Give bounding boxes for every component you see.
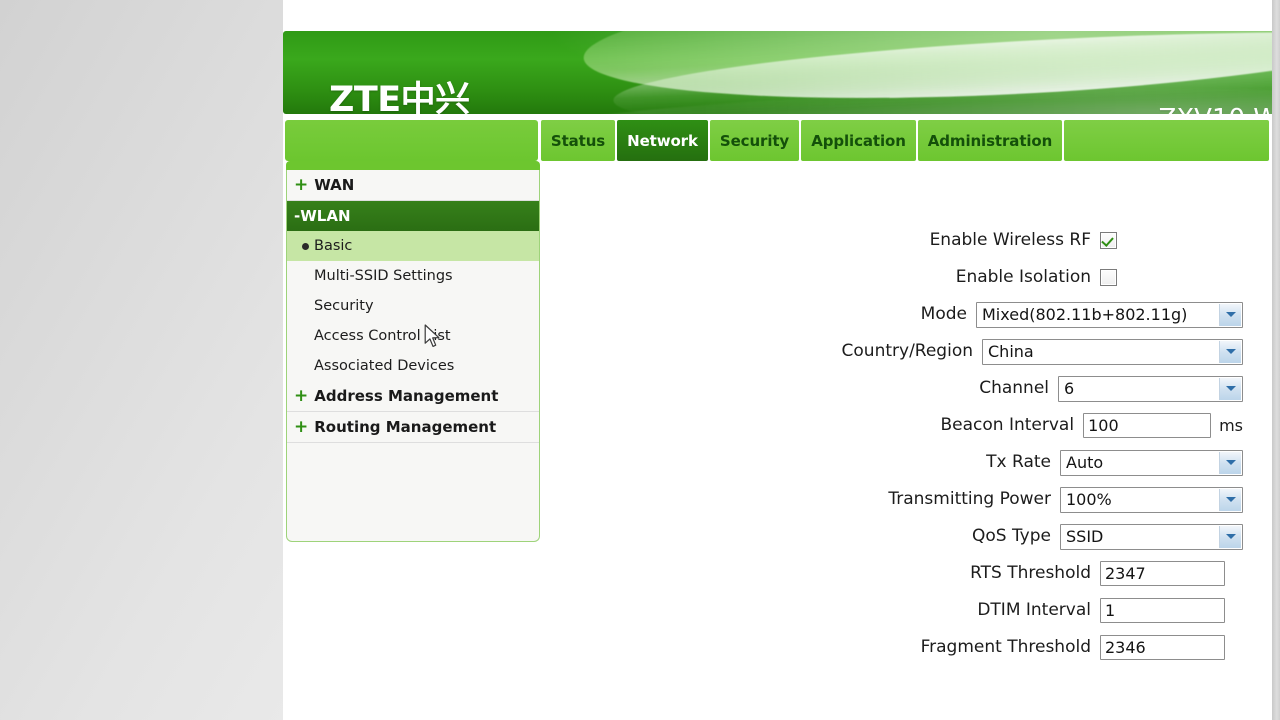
sidebar-group-label: WAN [314,176,355,194]
sidebar-group-label: WLAN [300,207,351,225]
rts-threshold-input[interactable]: 2347 [1100,561,1225,586]
fragment-threshold-input[interactable]: 2346 [1100,635,1225,660]
field-label: Channel [979,378,1049,398]
selected-bullet-icon [302,243,309,250]
banner-swoosh-middle [611,31,1272,114]
form-row-tx-rate: Tx Rate Auto [623,444,1243,481]
mode-select-value: Mixed(802.11b+802.11g) [982,305,1188,324]
nav-left-filler [285,120,538,161]
tab-network[interactable]: Network [617,120,708,161]
qos-type-select[interactable]: SSID [1060,523,1243,550]
expand-plus-icon: + [294,416,309,437]
sidebar-group-wlan[interactable]: - WLAN [287,201,539,231]
sidebar-group-address-management[interactable]: + Address Management [287,381,539,412]
rts-threshold-value: 2347 [1105,564,1146,583]
field-label: Transmitting Power [888,489,1051,509]
chevron-down-icon[interactable] [1219,451,1241,474]
dtim-interval-input[interactable]: 1 [1100,598,1225,623]
country-region-select[interactable]: China [982,338,1243,365]
expand-plus-icon: + [294,385,309,406]
tab-administration[interactable]: Administration [918,120,1062,161]
form-row-enable-wireless-rf: Enable Wireless RF [623,222,1243,259]
sidebar-item-associated-devices[interactable]: Associated Devices [287,351,539,381]
channel-select-value: 6 [1064,379,1075,398]
beacon-interval-value: 100 [1088,416,1119,435]
channel-select[interactable]: 6 [1058,375,1243,402]
qos-type-select-value: SSID [1066,527,1104,546]
field-label: Enable Isolation [955,267,1091,287]
zte-logo: ZTE中兴 [329,80,470,115]
nav-right-filler [1064,120,1269,161]
enable-wireless-rf-checkbox[interactable] [1100,232,1117,249]
field-label: Beacon Interval [940,415,1075,435]
sidebar-item-basic[interactable]: Basic [287,231,539,261]
field-label: DTIM Interval [977,600,1091,620]
form-row-channel: Channel 6 [623,370,1243,407]
tab-security[interactable]: Security [710,120,799,161]
field-label: Mode [920,304,967,324]
sidebar-group-wan[interactable]: + WAN [287,170,539,201]
sidebar-item-label: Access Control List [314,328,451,344]
field-label: QoS Type [971,526,1051,546]
banner-swoosh-upper [580,31,1272,114]
sidebar-item-multi-ssid-settings[interactable]: Multi-SSID Settings [287,261,539,291]
form-row-dtim-interval: DTIM Interval 1 [623,592,1243,629]
form-row-transmitting-power: Transmitting Power 100% [623,481,1243,518]
wlan-basic-form: Enable Wireless RF Enable Isolation Mode… [623,222,1243,666]
transmitting-power-select[interactable]: 100% [1060,486,1243,513]
sidebar-group-label: Routing Management [314,418,497,436]
router-admin-page: ZTE中兴 ZXV10 W Status Network Security Ap… [283,0,1272,720]
country-region-select-value: China [988,342,1034,361]
fragment-threshold-value: 2346 [1105,638,1146,657]
page-right-edge [1272,0,1280,720]
beacon-interval-unit: ms [1219,416,1243,435]
transmitting-power-select-value: 100% [1066,490,1112,509]
chevron-down-icon[interactable] [1219,377,1241,400]
chevron-down-icon[interactable] [1219,488,1241,511]
sidebar-item-label: Security [314,298,374,314]
sidebar-item-label: Basic [314,238,353,254]
form-row-fragment-threshold: Fragment Threshold 2346 [623,629,1243,666]
chevron-down-icon[interactable] [1219,303,1241,326]
dtim-interval-value: 1 [1105,601,1116,620]
form-row-enable-isolation: Enable Isolation [623,259,1243,296]
sidebar-item-label: Multi-SSID Settings [314,268,453,284]
tx-rate-select[interactable]: Auto [1060,449,1243,476]
sidebar-menu: + WAN - WLAN Basic Multi-SSID Settings S… [286,170,540,542]
tx-rate-select-value: Auto [1066,453,1104,472]
device-model-label: ZXV10 W [1159,106,1272,114]
form-row-beacon-interval: Beacon Interval 100 ms [623,407,1243,444]
form-row-rts-threshold: RTS Threshold 2347 [623,555,1243,592]
sidebar-item-security[interactable]: Security [287,291,539,321]
field-label: Country/Region [841,341,973,361]
sidebar-item-access-control-list[interactable]: Access Control List [287,321,539,351]
form-row-qos-type: QoS Type SSID [623,518,1243,555]
sidebar-item-label: Associated Devices [314,358,455,374]
chevron-down-icon[interactable] [1219,340,1241,363]
form-row-mode: Mode Mixed(802.11b+802.11g) [623,296,1243,333]
beacon-interval-input[interactable]: 100 [1083,413,1212,438]
tab-status[interactable]: Status [541,120,615,161]
sidebar-group-label: Address Management [314,387,499,405]
header-banner: ZTE中兴 ZXV10 W [283,31,1272,114]
expand-plus-icon: + [294,174,309,195]
tab-application[interactable]: Application [801,120,916,161]
chevron-down-icon[interactable] [1219,525,1241,548]
mode-select[interactable]: Mixed(802.11b+802.11g) [976,301,1243,328]
field-label: Fragment Threshold [920,637,1091,657]
field-label: Enable Wireless RF [929,230,1091,250]
field-label: Tx Rate [986,452,1051,472]
main-nav-tabs: Status Network Security Application Admi… [283,120,1272,161]
sidebar-group-routing-management[interactable]: + Routing Management [287,412,539,443]
form-row-country-region: Country/Region China [623,333,1243,370]
field-label: RTS Threshold [970,563,1091,583]
enable-isolation-checkbox[interactable] [1100,269,1117,286]
